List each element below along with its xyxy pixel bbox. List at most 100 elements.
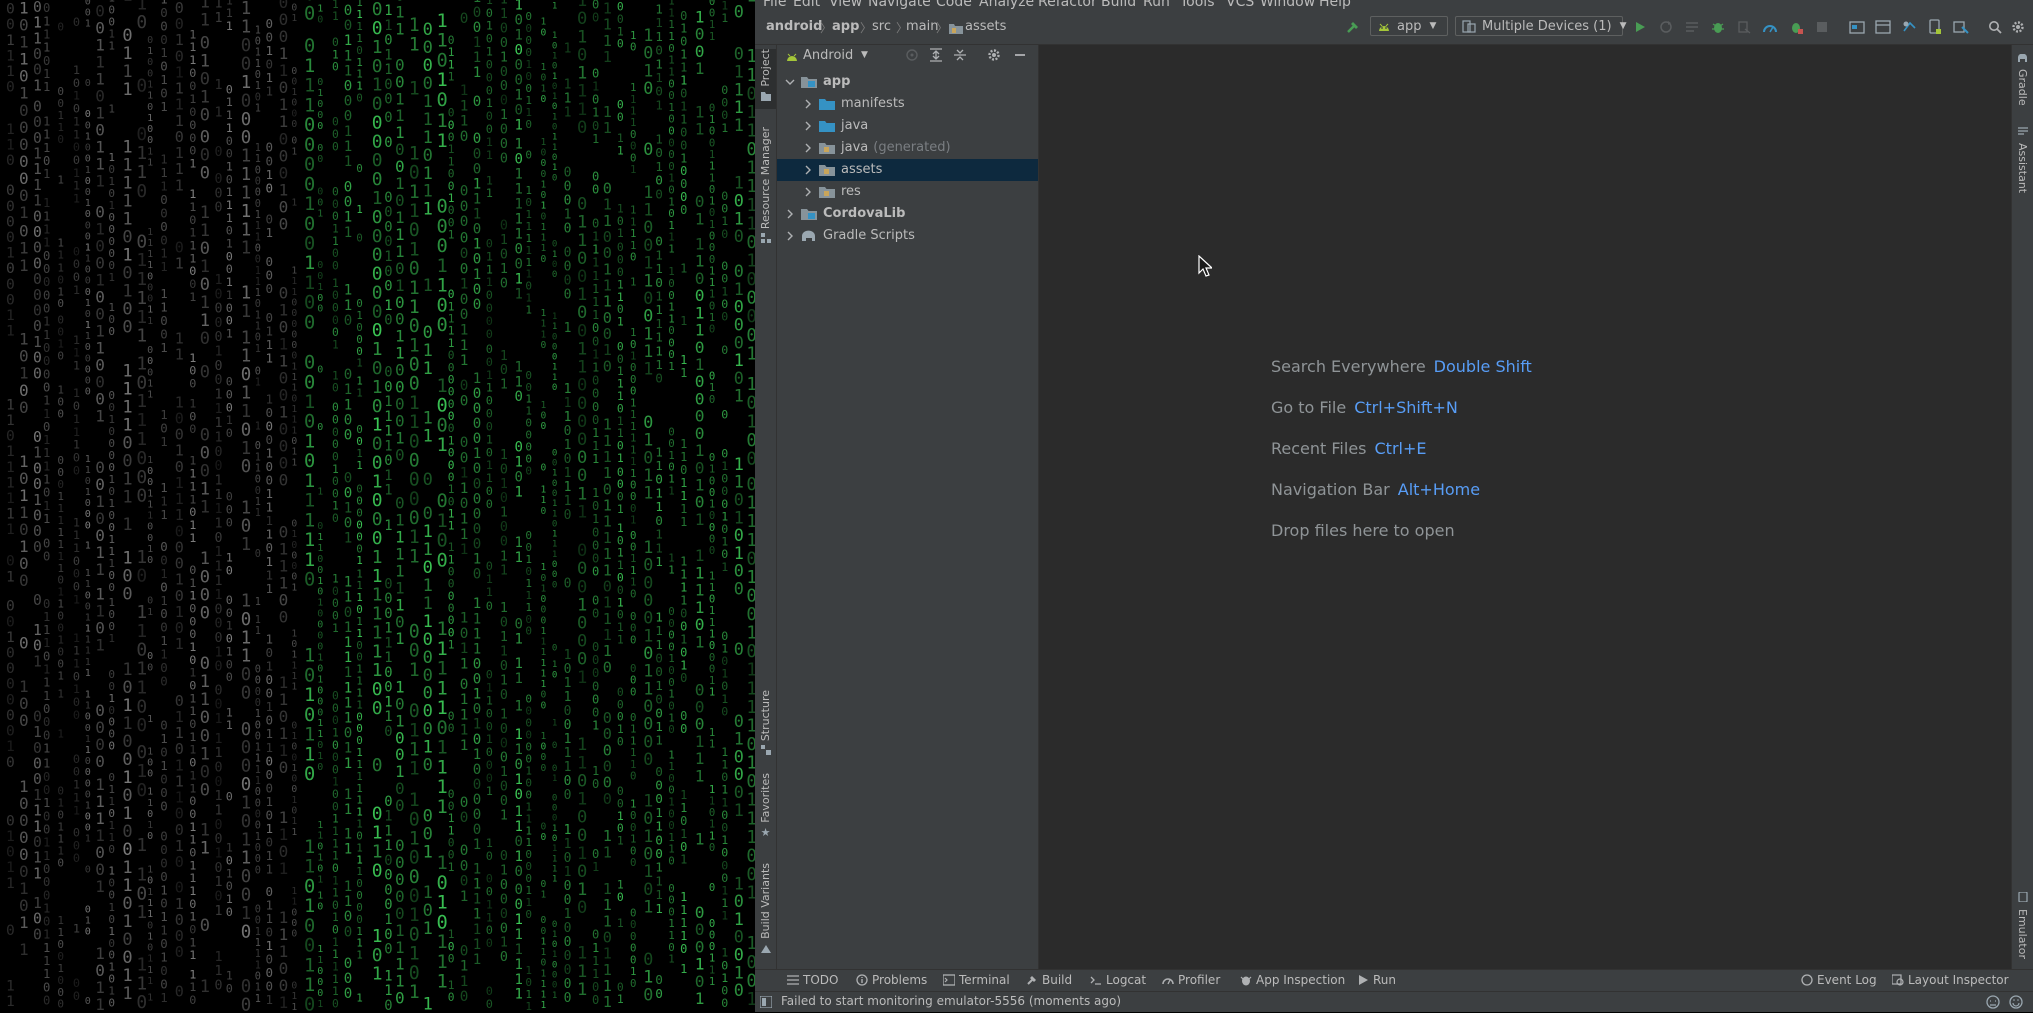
matrix-glyph: 0 [33,318,42,335]
locate-file-icon[interactable] [905,48,919,66]
project-structure-icon[interactable] [1848,18,1866,36]
matrix-glyph: 0 [500,363,508,378]
chevron-down-icon[interactable]: ▼ [861,50,868,60]
tab-layout-inspector[interactable]: Layout Inspector [1892,973,2009,987]
menu-window[interactable]: Window [1260,0,1315,10]
tree-item-manifests[interactable]: manifests [777,93,1038,115]
breadcrumb-app[interactable]: app [832,19,859,34]
menu-analyze[interactable]: Analyze [979,0,1034,10]
tab-problems[interactable]: Problems [856,973,927,987]
matrix-glyph: 0 [255,665,261,676]
apply-changes-icon[interactable] [1683,18,1701,36]
search-icon[interactable] [1986,18,2004,36]
tab-favorites-label: Favorites [759,773,772,823]
breadcrumb-src[interactable]: src [872,19,891,34]
run-icon[interactable] [1631,18,1649,36]
toggle-tool-windows-icon[interactable] [760,996,772,1012]
project-view-selector[interactable]: Android [803,48,853,63]
chevron-right-icon[interactable] [803,187,813,197]
sdk-manager-icon[interactable] [1952,18,1970,36]
menu-code[interactable]: Code [936,0,972,10]
matrix-glyph: 0 [409,809,420,830]
matrix-glyph: 1 [409,278,420,299]
menu-build[interactable]: Build [1101,0,1136,10]
settings-gear-icon[interactable] [2009,18,2027,36]
tab-assistant[interactable]: Assistant [2012,125,2033,205]
tab-resource-manager[interactable]: Resource Manager [755,127,776,247]
menu-run[interactable]: Run [1143,0,1170,10]
matrix-glyph: 1 [437,777,448,798]
matrix-glyph: 0 [409,374,420,395]
chevron-right-icon[interactable] [785,231,795,241]
matrix-glyph: 0 [33,255,42,272]
chevron-right-icon[interactable] [803,165,813,175]
matrix-glyph: 1 [43,663,50,677]
breadcrumb-main[interactable]: main [906,19,938,34]
menu-view[interactable]: View [829,0,862,10]
settings-gear-icon[interactable] [987,48,1001,66]
menu-navigate[interactable]: Navigate [868,0,931,10]
hide-panel-icon[interactable] [1013,48,1027,66]
menu-refactor[interactable]: Refactor [1038,0,1097,10]
avd-manager-icon[interactable] [1926,18,1944,36]
tree-item-java-generated[interactable]: java(generated) [777,137,1038,159]
device-selector-dropdown[interactable]: Multiple Devices (1) ▼ [1455,16,1623,36]
make-project-hammer-icon[interactable] [1344,18,1362,36]
collapse-all-icon[interactable] [953,48,967,66]
attach-debugger-icon[interactable] [1735,18,1753,36]
tree-item-assets[interactable]: assets [777,159,1038,181]
matrix-glyph: 0 [255,70,261,81]
breadcrumb-assets[interactable]: assets [965,19,1006,34]
tab-todo[interactable]: TODO [787,973,838,987]
expand-all-icon[interactable] [929,48,943,66]
tab-logcat[interactable]: Logcat [1090,973,1146,987]
tree-item-cordovalib[interactable]: CordovaLib [777,203,1038,225]
run-configuration-dropdown[interactable]: app ▼ [1370,16,1448,36]
chevron-right-icon[interactable] [803,121,813,131]
tree-item-res[interactable]: res [777,181,1038,203]
menu-file[interactable]: File [763,0,786,10]
breadcrumb-android[interactable]: android [766,19,822,34]
menu-edit[interactable]: Edit [793,0,820,10]
tree-item-app[interactable]: app [777,71,1038,93]
tab-build[interactable]: Build [1026,973,1072,987]
profile-icon[interactable] [1761,18,1779,36]
menu-help[interactable]: Help [1319,0,1351,10]
matrix-glyph: 0 [564,245,572,260]
tree-item-java[interactable]: java [777,115,1038,137]
tab-profiler[interactable]: Profiler [1162,973,1220,987]
tab-structure[interactable]: Structure [755,690,776,770]
matrix-glyph: 0 [304,916,315,937]
matrix-glyph: 0 [541,73,547,84]
menu-vcs[interactable]: VCS [1226,0,1254,10]
matrix-glyph: 0 [541,254,547,265]
chevron-down-icon[interactable] [785,77,795,87]
menu-tools[interactable]: Tools [1180,0,1215,10]
chevron-right-icon[interactable] [785,209,795,219]
editor-area[interactable]: Search EverywhereDouble Shift Go to File… [1039,45,2012,977]
matrix-glyph: 1 [552,540,557,550]
tab-run[interactable]: Run [1357,973,1396,987]
matrix-glyph: 0 [372,264,383,285]
tab-emulator[interactable]: Emulator [2012,891,2033,971]
tab-project[interactable]: Project [755,49,776,109]
memory-indicator-icon[interactable] [1986,995,2000,1013]
stop-icon[interactable] [1813,18,1831,36]
tree-item-gradle-scripts[interactable]: Gradle Scripts [777,225,1038,247]
chevron-right-icon[interactable] [803,99,813,109]
layout-editor-icon[interactable] [1874,18,1892,36]
debug-attach-icon[interactable] [1787,18,1805,36]
tab-event-log[interactable]: Event Log [1801,973,1877,987]
tab-build-variants[interactable]: Build Variants [755,863,776,963]
tab-favorites[interactable]: Favorites ★ [755,773,776,843]
feedback-smiley-icon[interactable] [2009,995,2023,1013]
rerun-icon[interactable] [1657,18,1675,36]
sync-gradle-icon[interactable] [1900,18,1918,36]
tab-terminal[interactable]: Terminal [943,973,1010,987]
debug-icon[interactable] [1709,18,1727,36]
tab-gradle[interactable]: Gradle [2012,51,2033,111]
matrix-glyph: 0 [695,680,705,699]
tab-app-inspection[interactable]: App Inspection [1240,973,1345,987]
matrix-glyph: 1 [6,396,15,413]
chevron-right-icon[interactable] [803,143,813,153]
